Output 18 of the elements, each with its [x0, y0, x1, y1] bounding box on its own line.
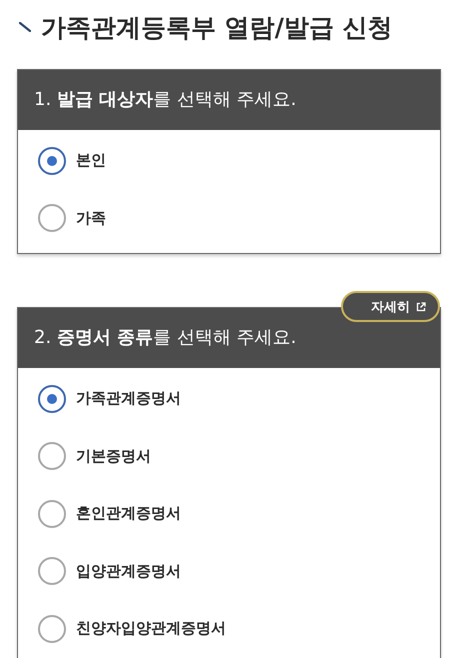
radio-button[interactable] — [38, 146, 66, 175]
radio-button[interactable] — [38, 614, 66, 643]
external-link-icon — [416, 302, 426, 312]
radio-option[interactable]: 본인 — [18, 132, 440, 190]
slash-icon — [19, 22, 31, 32]
question-heading: 1. 발급 대상자를 선택해 주세요. — [18, 70, 440, 130]
radio-button[interactable] — [38, 384, 66, 413]
radio-option[interactable]: 기본증명서 — [18, 428, 440, 485]
radio-button[interactable] — [38, 557, 66, 586]
radio-option[interactable]: 친양자입양관계증명서 — [18, 600, 440, 658]
radio-button[interactable] — [38, 204, 66, 232]
radio-button[interactable] — [38, 500, 66, 528]
radio-option[interactable]: 혼인관계증명서 — [18, 485, 440, 542]
page-title: 가족관계등록부 열람/발급 신청 — [41, 12, 393, 44]
radio-button[interactable] — [38, 442, 66, 470]
radio-option[interactable]: 입양관계증명서 — [18, 542, 440, 600]
radio-option[interactable]: 가족 — [18, 190, 440, 247]
radio-option[interactable]: 가족관계증명서 — [18, 370, 440, 428]
